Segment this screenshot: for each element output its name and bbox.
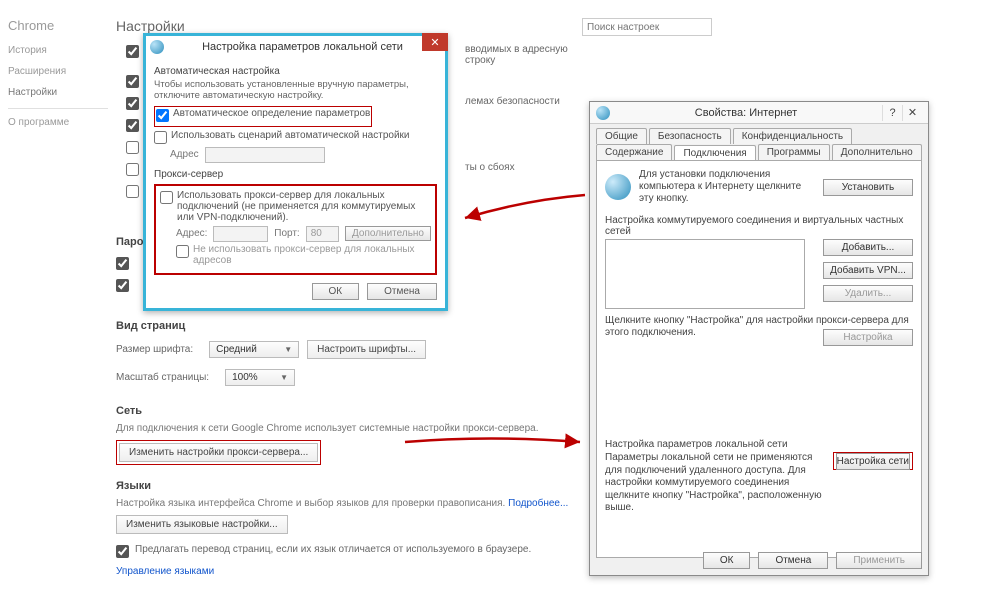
- lan-settings-dialog: Настройка параметров локальной сети ✕ Ав…: [143, 33, 448, 311]
- pass-chk-2[interactable]: [116, 279, 129, 292]
- stub-2: лемах безопасности: [465, 96, 560, 107]
- lan-dialog-title: Настройка параметров локальной сети: [164, 41, 441, 53]
- arrow-annotation: [400, 430, 590, 463]
- caret-down-icon: ▼: [280, 373, 288, 382]
- auto-config-help: Чтобы использовать установленные вручную…: [154, 79, 437, 102]
- auto-config-header: Автоматическая настройка: [154, 66, 437, 77]
- globe-icon: [605, 174, 631, 200]
- opt-check-3[interactable]: [126, 97, 139, 110]
- customize-fonts-button[interactable]: Настроить шрифты...: [307, 340, 426, 359]
- change-lang-button[interactable]: Изменить языковые настройки...: [116, 515, 288, 534]
- settings-search-input[interactable]: [582, 18, 712, 36]
- help-button[interactable]: ?: [882, 105, 902, 121]
- nav-extensions[interactable]: Расширения: [8, 66, 108, 77]
- lan-cancel-button[interactable]: Отмена: [367, 283, 437, 300]
- appearance-header: Вид страниц: [116, 320, 556, 332]
- stub-1: вводимых в адресную строку: [465, 44, 576, 66]
- proxy-port-input[interactable]: 80: [306, 226, 339, 242]
- connections-listbox[interactable]: [605, 239, 805, 309]
- network-header: Сеть: [116, 405, 566, 417]
- languages-more-link[interactable]: Подробнее...: [508, 498, 568, 509]
- auto-detect-checkbox[interactable]: [156, 109, 169, 122]
- bypass-local-checkbox[interactable]: [176, 245, 189, 258]
- opt-check-6[interactable]: [126, 163, 139, 176]
- dialup-header: Настройка коммутируемого соединения и ви…: [605, 215, 913, 237]
- conn-settings-button[interactable]: Настройка: [823, 329, 913, 346]
- tab-connections[interactable]: Подключения: [674, 145, 755, 161]
- nav-settings[interactable]: Настройки: [8, 87, 108, 98]
- font-size-select[interactable]: Средний▼: [209, 341, 299, 358]
- script-address-input[interactable]: [205, 147, 325, 163]
- lan-settings-header: Настройка параметров локальной сети: [605, 439, 913, 450]
- opt-check-4[interactable]: [126, 119, 139, 132]
- nav-about[interactable]: О программе: [8, 117, 108, 128]
- caret-down-icon: ▼: [284, 345, 292, 354]
- tab-general[interactable]: Общие: [596, 128, 647, 144]
- setup-button[interactable]: Установить: [823, 179, 913, 196]
- setup-text: Для установки подключения компьютера к И…: [639, 169, 815, 205]
- globe-icon: [596, 106, 610, 120]
- stub-3: ты о сбоях: [465, 162, 515, 173]
- add-button[interactable]: Добавить...: [823, 239, 913, 256]
- tab-privacy[interactable]: Конфиденциальность: [733, 128, 852, 144]
- zoom-label: Масштаб страницы:: [116, 372, 209, 383]
- zoom-select[interactable]: 100%▼: [225, 369, 295, 386]
- use-script-label: Использовать сценарий автоматической нас…: [171, 130, 410, 141]
- remove-button[interactable]: Удалить...: [823, 285, 913, 302]
- pass-chk-1[interactable]: [116, 257, 129, 270]
- inet-ok-button[interactable]: ОК: [703, 552, 751, 569]
- script-address-label: Адрес: [170, 149, 199, 160]
- inet-cancel-button[interactable]: Отмена: [758, 552, 828, 569]
- arrow-annotation: [455, 190, 595, 233]
- globe-icon: [150, 40, 164, 54]
- translate-checkbox[interactable]: [116, 545, 129, 558]
- chrome-brand: Chrome: [8, 18, 108, 33]
- tab-programs[interactable]: Программы: [758, 144, 830, 160]
- inet-apply-button[interactable]: Применить: [836, 552, 922, 569]
- proxy-address-input[interactable]: [213, 226, 268, 242]
- internet-options-dialog: Свойства: Интернет ? ✕ Общие Безопасност…: [589, 101, 929, 576]
- lan-settings-button[interactable]: Настройка сети: [836, 453, 910, 470]
- proxy-header: Прокси-сервер: [154, 169, 437, 180]
- close-button[interactable]: ✕: [902, 105, 922, 121]
- opt-check-1[interactable]: [126, 45, 139, 58]
- tab-advanced[interactable]: Дополнительно: [832, 144, 922, 160]
- use-proxy-label: Использовать прокси-сервер для локальных…: [177, 190, 431, 223]
- opt-check-5[interactable]: [126, 141, 139, 154]
- lan-ok-button[interactable]: ОК: [312, 283, 360, 300]
- opt-check-7[interactable]: [126, 185, 139, 198]
- proxy-advanced-button[interactable]: Дополнительно: [345, 226, 431, 241]
- use-script-checkbox[interactable]: [154, 131, 167, 144]
- manage-languages-link[interactable]: Управление языками: [116, 566, 576, 577]
- proxy-port-label: Порт:: [274, 228, 299, 239]
- translate-label: Предлагать перевод страниц, если их язык…: [135, 544, 531, 555]
- lan-settings-help: Параметры локальной сети не применяются …: [605, 452, 825, 515]
- languages-desc: Настройка языка интерфейса Chrome и выбо…: [116, 498, 576, 509]
- close-button[interactable]: ✕: [422, 33, 448, 51]
- proxy-address-label: Адрес:: [176, 228, 207, 239]
- add-vpn-button[interactable]: Добавить VPN...: [823, 262, 913, 279]
- bypass-local-label: Не использовать прокси-сервер для локаль…: [193, 244, 431, 266]
- tab-security[interactable]: Безопасность: [649, 128, 731, 144]
- opt-check-2[interactable]: [126, 75, 139, 88]
- use-proxy-checkbox[interactable]: [160, 191, 173, 204]
- nav-history[interactable]: История: [8, 45, 108, 56]
- font-size-label: Размер шрифта:: [116, 344, 193, 355]
- languages-header: Языки: [116, 480, 576, 492]
- auto-detect-label: Автоматическое определение параметров: [173, 108, 370, 119]
- change-proxy-button[interactable]: Изменить настройки прокси-сервера...: [119, 443, 318, 462]
- inet-dialog-title: Свойства: Интернет: [610, 107, 882, 119]
- tab-content[interactable]: Содержание: [596, 144, 672, 160]
- settings-title: Настройки: [116, 18, 576, 34]
